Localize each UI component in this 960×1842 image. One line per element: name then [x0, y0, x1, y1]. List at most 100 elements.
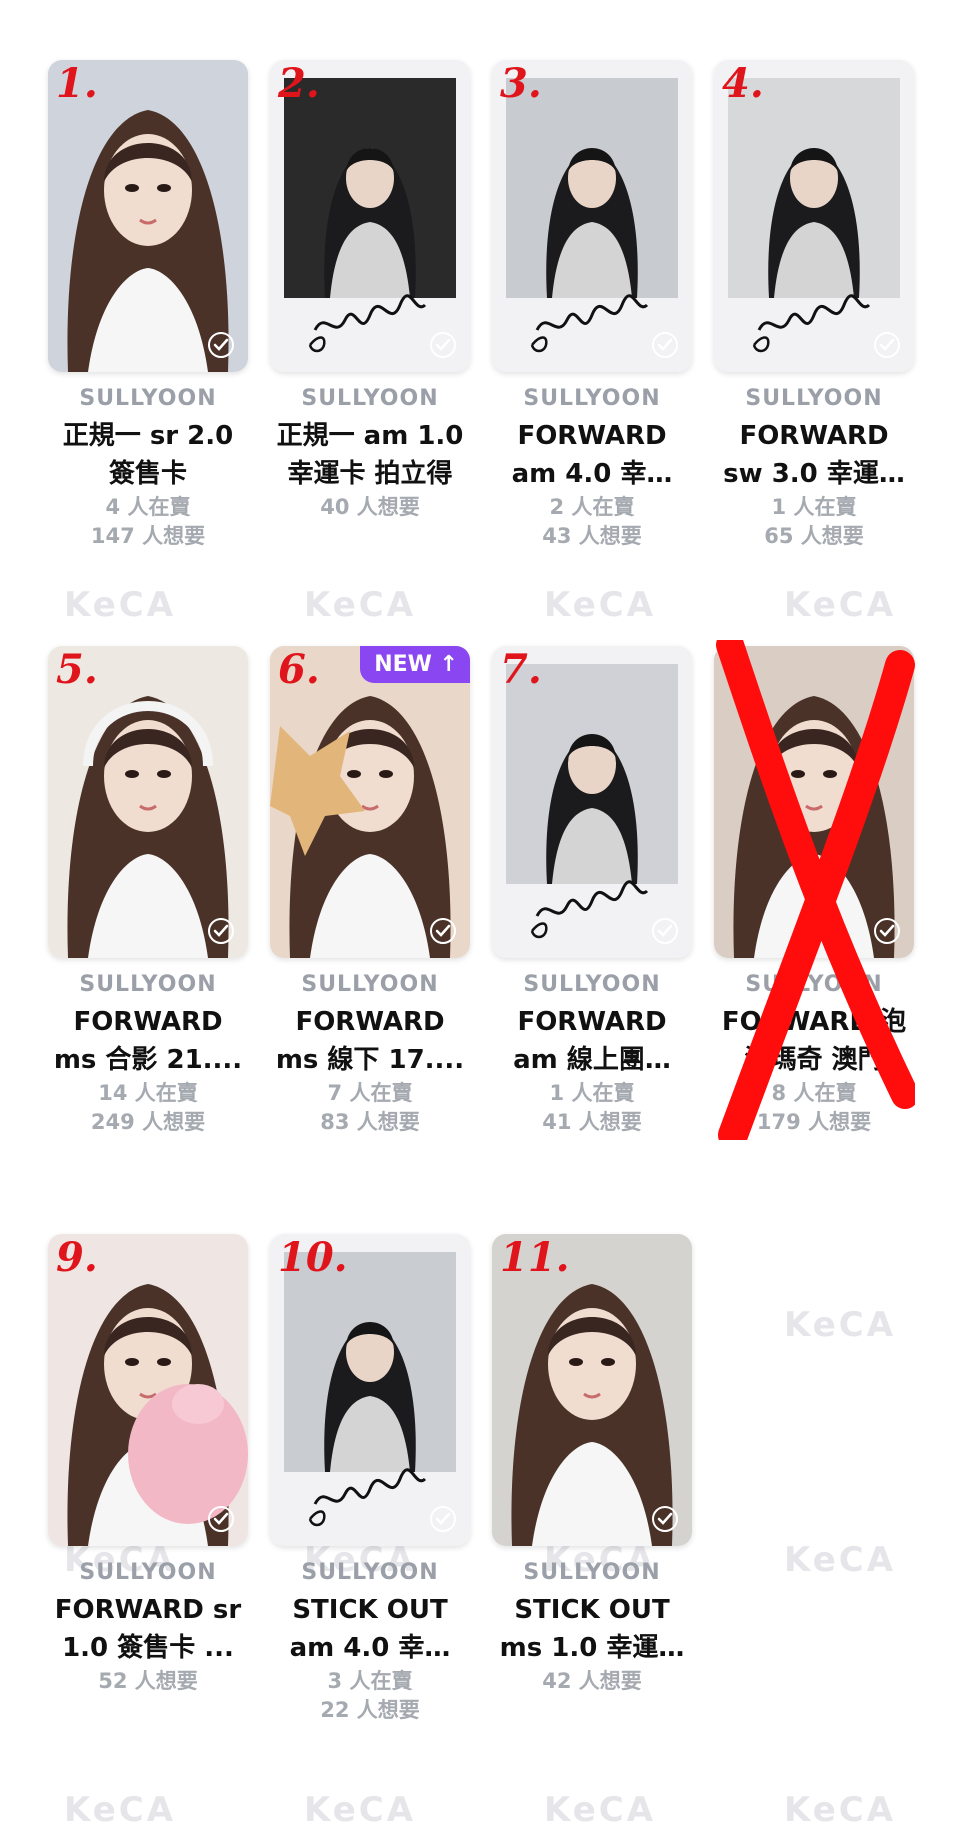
photocard-item[interactable]: 9. SULLYOON FORWARD sr 1.0 簽售卡 ... 52 人想要: [48, 1234, 248, 1696]
artist-name: SULLYOON: [745, 386, 883, 411]
photocard-thumbnail[interactable]: 4.: [714, 60, 914, 372]
handwritten-number-label: 6.: [278, 646, 320, 693]
photocard-item[interactable]: 4. SULLYOON FORWARD sw 3.0 幸運… 1 人在賣 65 人想要: [714, 60, 914, 551]
artist-name: SULLYOON: [301, 386, 439, 411]
card-title-line-1: 正規一 sr 2.0: [62, 421, 234, 451]
artist-name: SULLYOON: [523, 1560, 661, 1585]
photocard-thumbnail[interactable]: 10.: [270, 1234, 470, 1546]
photocard-item[interactable]: 2. SULLYOON 正規一 am 1.0 幸運卡 拍立得 40 人想要: [270, 60, 470, 522]
artist-name: SULLYOON: [523, 386, 661, 411]
wanting-count: 41 人想要: [542, 1110, 642, 1134]
card-title-line-2: ms 1.0 幸運…: [499, 1633, 685, 1663]
handwritten-number-label: 11.: [500, 1234, 570, 1281]
selling-count: 3 人在賣: [327, 1669, 413, 1693]
checkmark-icon[interactable]: [208, 1506, 234, 1532]
photocard-thumbnail[interactable]: 3.: [492, 60, 692, 372]
wanting-count: 65 人想要: [764, 524, 864, 548]
card-title[interactable]: FORWARD sw 3.0 幸運…: [714, 417, 914, 493]
selling-count: 8 人在賣: [771, 1081, 857, 1105]
keca-watermark: KeCA: [543, 585, 657, 625]
selling-count: 1 人在賣: [549, 1081, 635, 1105]
checkmark-icon[interactable]: [652, 918, 678, 944]
handwritten-number-label: 7.: [500, 646, 542, 693]
card-title-line-1: STICK OUT: [292, 1595, 448, 1625]
keca-watermark: KeCA: [783, 1790, 897, 1830]
checkmark-icon[interactable]: [208, 332, 234, 358]
keca-watermark: KeCA: [303, 1790, 417, 1830]
keca-watermark: KeCA: [63, 585, 177, 625]
photocard-item[interactable]: SULLYOON FORWARD 泡泡瑪奇 澳門 8 人在賣 179 人想要: [714, 646, 914, 1137]
keca-watermark: KeCA: [783, 585, 897, 625]
checkmark-icon[interactable]: [430, 1506, 456, 1532]
checkmark-icon[interactable]: [430, 332, 456, 358]
card-title-line-2: 簽售卡: [108, 459, 187, 489]
card-title-line-1: FORWARD: [739, 421, 889, 451]
checkmark-icon[interactable]: [652, 332, 678, 358]
card-title[interactable]: FORWARD am 4.0 幸…: [492, 417, 692, 493]
card-title[interactable]: FORWARD ms 合影 21....: [48, 1003, 248, 1079]
card-title-line-2: ms 合影 21....: [53, 1045, 243, 1075]
card-title-line-2: am 線上團…: [513, 1045, 671, 1075]
card-title-line-2: 幸運卡 拍立得: [287, 459, 453, 489]
keca-watermark: KeCA: [783, 1540, 897, 1580]
photocard-item[interactable]: 10. SULLYOON STICK OUT am 4.0 幸… 3 人在賣 22 人想要: [270, 1234, 470, 1725]
handwritten-number-label: 3.: [500, 60, 542, 107]
wanting-count: 43 人想要: [542, 524, 642, 548]
photocard-thumbnail[interactable]: [714, 646, 914, 958]
checkmark-icon[interactable]: [652, 1506, 678, 1532]
card-title[interactable]: 正規一 sr 2.0 簽售卡: [48, 417, 248, 493]
handwritten-number-label: 1.: [56, 60, 98, 107]
photocard-thumbnail[interactable]: 2.: [270, 60, 470, 372]
photocard-thumbnail[interactable]: 1.: [48, 60, 248, 372]
photocard-item[interactable]: 11. SULLYOON STICK OUT ms 1.0 幸運… 42 人想要: [492, 1234, 692, 1696]
handwritten-number-label: 10.: [278, 1234, 348, 1281]
card-title[interactable]: STICK OUT ms 1.0 幸運…: [492, 1591, 692, 1667]
wanting-count: 52 人想要: [98, 1669, 198, 1693]
keca-watermark: KeCA: [303, 585, 417, 625]
card-title-line-2: ms 線下 17....: [275, 1045, 465, 1075]
photocard-image: [714, 646, 914, 958]
handwritten-number-label: 2.: [278, 60, 320, 107]
card-title-line-1: FORWARD: [73, 1007, 223, 1037]
photocard-item[interactable]: 1. SULLYOON 正規一 sr 2.0 簽售卡 4 人在賣 147 人想要: [48, 60, 248, 551]
photocard-item[interactable]: 7. SULLYOON FORWARD am 線上團… 1 人在賣 41 人想要: [492, 646, 692, 1137]
artist-name: SULLYOON: [79, 972, 217, 997]
card-title-line-1: FORWARD: [295, 1007, 445, 1037]
selling-count: 14 人在賣: [98, 1081, 198, 1105]
card-title[interactable]: 正規一 am 1.0 幸運卡 拍立得: [270, 417, 470, 493]
checkmark-icon[interactable]: [874, 918, 900, 944]
photocard-thumbnail[interactable]: 11.: [492, 1234, 692, 1546]
wanting-count: 22 人想要: [320, 1698, 420, 1722]
card-title-line-2: sw 3.0 幸運…: [723, 459, 905, 489]
card-title-line-2: am 4.0 幸…: [511, 459, 673, 489]
selling-count: 4 人在賣: [105, 495, 191, 519]
checkmark-icon[interactable]: [208, 918, 234, 944]
card-title[interactable]: FORWARD 泡泡瑪奇 澳門: [714, 1003, 914, 1079]
card-title[interactable]: FORWARD sr 1.0 簽售卡 ...: [48, 1591, 248, 1667]
wanting-count: 147 人想要: [90, 524, 206, 548]
selling-count: 2 人在賣: [549, 495, 635, 519]
keca-watermark: KeCA: [543, 1790, 657, 1830]
photocard-item[interactable]: 6. NEW ↑ SULLYOON FORWARD ms 線下 17.... 7 人在賣 8…: [270, 646, 470, 1137]
card-title[interactable]: FORWARD am 線上團…: [492, 1003, 692, 1079]
handwritten-number-label: 9.: [56, 1234, 98, 1281]
card-title-line-1: 正規一 am 1.0: [276, 421, 464, 451]
selling-count: 7 人在賣: [327, 1081, 413, 1105]
wanting-count: 179 人想要: [756, 1110, 872, 1134]
photocard-thumbnail[interactable]: 9.: [48, 1234, 248, 1546]
card-title[interactable]: FORWARD ms 線下 17....: [270, 1003, 470, 1079]
photocard-item[interactable]: 5. SULLYOON FORWARD ms 合影 21.... 14 人在賣 249 人…: [48, 646, 248, 1137]
checkmark-icon[interactable]: [874, 332, 900, 358]
checkmark-icon[interactable]: [430, 918, 456, 944]
photocard-item[interactable]: 3. SULLYOON FORWARD am 4.0 幸… 2 人在賣 43 人想要: [492, 60, 692, 551]
card-title-line-1: STICK OUT: [514, 1595, 670, 1625]
photocard-thumbnail[interactable]: 7.: [492, 646, 692, 958]
card-title[interactable]: STICK OUT am 4.0 幸…: [270, 1591, 470, 1667]
photocard-thumbnail[interactable]: 6. NEW ↑: [270, 646, 470, 958]
photocard-thumbnail[interactable]: 5.: [48, 646, 248, 958]
card-title-line-1: FORWARD: [517, 1007, 667, 1037]
card-title-line-1: FORWARD sr: [54, 1595, 242, 1625]
card-title-line-2: am 4.0 幸…: [289, 1633, 451, 1663]
wanting-count: 83 人想要: [320, 1110, 420, 1134]
keca-watermark: KeCA: [783, 1305, 897, 1345]
